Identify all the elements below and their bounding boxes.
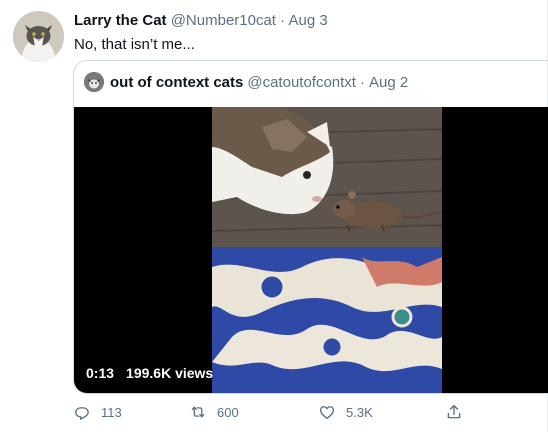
- tweet-text: No, that isn’t me...: [74, 36, 195, 53]
- author-handle[interactable]: @Number10cat: [171, 12, 276, 29]
- video-player[interactable]: 0:13 199.6K views: [74, 107, 548, 393]
- tweet-date[interactable]: Aug 3: [289, 12, 328, 29]
- tweet-actions: 113 600 5.3K: [73, 401, 473, 423]
- quoted-tweet-header: out of context cats @catoutofcontxt · Au…: [84, 72, 408, 92]
- video-frame: [212, 107, 442, 393]
- reply-count: 113: [101, 404, 122, 420]
- quoted-tweet-date[interactable]: Aug 2: [369, 74, 408, 91]
- retweet-button[interactable]: 600: [189, 401, 239, 423]
- retweet-count: 600: [217, 404, 239, 420]
- reply-icon: [75, 407, 89, 420]
- share-button[interactable]: [445, 401, 463, 423]
- quoted-tweet[interactable]: out of context cats @catoutofcontxt · Au…: [73, 60, 548, 394]
- like-count: 5.3K: [346, 404, 373, 420]
- header-separator: ·: [280, 12, 286, 29]
- tweet[interactable]: Larry the Cat @Number10cat · Aug 3 No, t…: [0, 0, 548, 432]
- quoted-author-avatar: [84, 72, 104, 92]
- share-icon: [447, 404, 461, 419]
- author-avatar[interactable]: [13, 11, 64, 62]
- retweet-icon: [191, 406, 205, 418]
- heart-icon: [319, 406, 335, 420]
- video-metadata: 0:13 199.6K views: [86, 365, 213, 381]
- quoted-header-separator: ·: [359, 73, 365, 91]
- like-button[interactable]: 5.3K: [318, 401, 373, 423]
- tweet-header: Larry the Cat @Number10cat · Aug 3: [74, 12, 328, 29]
- quoted-author-handle[interactable]: @catoutofcontxt: [247, 74, 356, 91]
- video-views: 199.6K views: [126, 365, 214, 381]
- author-name[interactable]: Larry the Cat: [74, 12, 167, 29]
- quoted-author-name[interactable]: out of context cats: [110, 74, 243, 91]
- video-duration: 0:13: [86, 365, 115, 381]
- reply-button[interactable]: 113: [73, 401, 122, 423]
